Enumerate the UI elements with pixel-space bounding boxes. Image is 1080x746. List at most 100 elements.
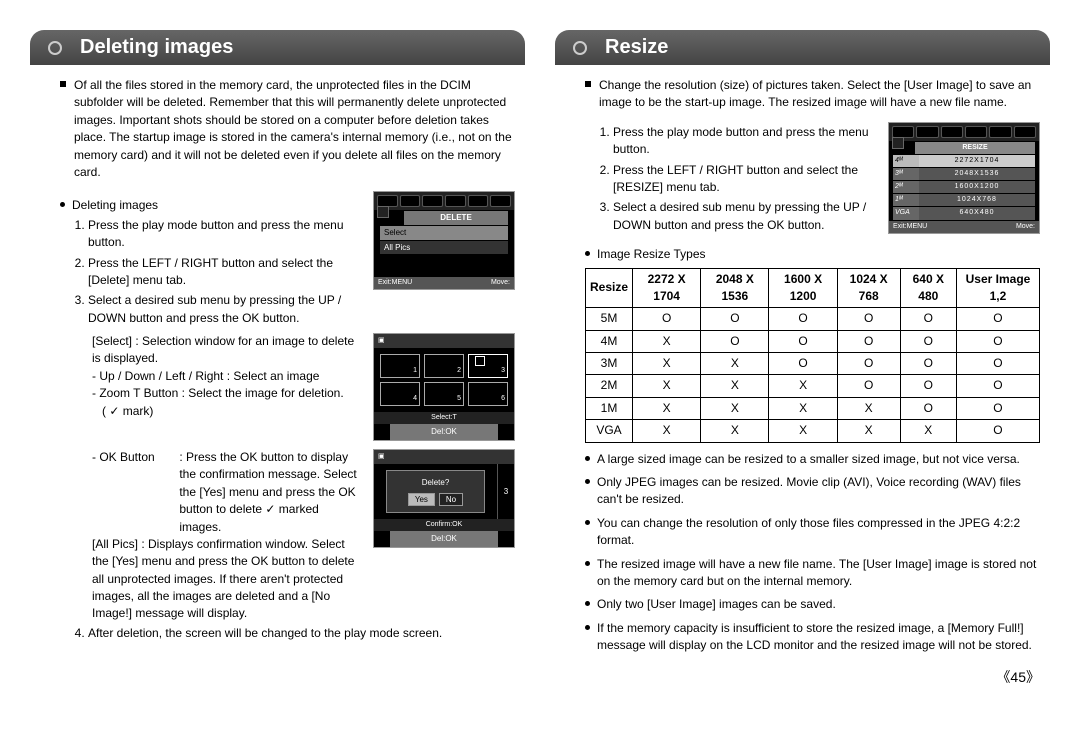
left-column: Deleting images Of all the files stored … — [30, 30, 525, 657]
table-cell: X — [701, 375, 769, 397]
left-intro: Of all the files stored in the memory ca… — [60, 77, 515, 181]
table-cell: O — [956, 375, 1039, 397]
table-cell: O — [900, 308, 956, 330]
table-cell: X — [633, 353, 701, 375]
table-cell: O — [900, 330, 956, 352]
step-3: Select a desired sub menu by pressing th… — [88, 292, 363, 327]
table-cell: O — [633, 308, 701, 330]
table-cell: O — [900, 397, 956, 419]
nav-line: - Up / Down / Left / Right : Select an i… — [92, 368, 363, 385]
lcd2-select: Select:T — [374, 412, 514, 424]
lcd1-allpics: All Pics — [380, 241, 508, 255]
lcd3-confirm: Confirm:OK — [374, 519, 514, 531]
table-cell: O — [837, 330, 900, 352]
table-row: 4MXOOOOO — [586, 330, 1040, 352]
th-2: 2048 X 1536 — [701, 268, 769, 308]
table-cell: O — [900, 353, 956, 375]
table-cell: O — [701, 308, 769, 330]
note-item: A large sized image can be resized to a … — [585, 451, 1040, 468]
table-cell: O — [769, 353, 837, 375]
table-cell: O — [956, 308, 1039, 330]
table-cell: X — [701, 420, 769, 442]
th-0: Resize — [586, 268, 633, 308]
lcd2-del: Del:OK — [390, 424, 498, 440]
confirm-q: Delete? — [393, 477, 478, 489]
side-3: 3 — [497, 464, 514, 519]
table-cell: O — [956, 420, 1039, 442]
table-cell: O — [956, 353, 1039, 375]
table-row: 1MXXXXOO — [586, 397, 1040, 419]
res-val-0: 2272X1704 — [919, 155, 1035, 167]
res-val-4: 640X480 — [919, 207, 1035, 219]
table-cell: X — [900, 420, 956, 442]
right-column: Resize Change the resolution (size) of p… — [555, 30, 1050, 657]
table-row: VGAXXXXXO — [586, 420, 1040, 442]
note-item: Only JPEG images can be resized. Movie c… — [585, 474, 1040, 509]
res-lbl-4: VGA — [893, 207, 919, 219]
lcd-confirm: ▣ Delete? Yes No 3 — [373, 449, 515, 548]
r-step-2: Press the LEFT / RIGHT button and select… — [613, 162, 878, 197]
table-cell: O — [837, 353, 900, 375]
lcd1-title: DELETE — [404, 211, 508, 225]
lcd1-select: Select — [380, 226, 508, 240]
page-number: 45 — [0, 667, 1080, 697]
left-heading: Deleting images — [30, 30, 525, 65]
right-intro: Change the resolution (size) of pictures… — [585, 77, 1040, 112]
table-cell: O — [837, 375, 900, 397]
table-cell: X — [633, 375, 701, 397]
delete-step4-list: After deletion, the screen will be chang… — [72, 625, 515, 642]
table-row: 2MXXXOOO — [586, 375, 1040, 397]
thumb-1: 1 — [413, 366, 417, 376]
table-cell: O — [769, 308, 837, 330]
manual-page: Deleting images Of all the files stored … — [0, 0, 1080, 667]
deleting-subhead: Deleting images — [60, 197, 363, 214]
r-step-1: Press the play mode button and press the… — [613, 124, 878, 159]
zoom-line: - Zoom T Button : Select the image for d… — [92, 385, 363, 402]
table-cell: O — [956, 330, 1039, 352]
ok-button-row: - OK Button : Press the OK button to dis… — [92, 449, 363, 536]
res-lbl-0: 4ᴹ — [893, 155, 919, 167]
right-heading: Resize — [555, 30, 1050, 65]
table-cell: X — [837, 397, 900, 419]
thumb-3: 3 — [501, 366, 505, 376]
res-val-3: 1024X768 — [919, 194, 1035, 206]
resize-types-title: Image Resize Types — [585, 246, 1040, 263]
step-4: After deletion, the screen will be chang… — [88, 625, 515, 642]
lcd3-del: Del:OK — [390, 531, 498, 547]
note-item: If the memory capacity is insufficient t… — [585, 620, 1040, 655]
th-5: 640 X 480 — [900, 268, 956, 308]
res-val-2: 1600X1200 — [919, 181, 1035, 193]
check-icon — [475, 356, 485, 366]
lcd1-foot-right: Move: — [491, 278, 510, 288]
table-row: 3MXXOOOO — [586, 353, 1040, 375]
table-cell: O — [701, 330, 769, 352]
table-cell: X — [633, 330, 701, 352]
note-item: The resized image will have a new file n… — [585, 556, 1040, 591]
thumb-2: 2 — [457, 366, 461, 376]
table-cell: X — [769, 420, 837, 442]
table-cell: X — [701, 397, 769, 419]
lcd-delete-menu: DELETE Select All Pics Exit:MENU Move: — [373, 191, 515, 290]
th-4: 1024 X 768 — [837, 268, 900, 308]
ok-label: - OK Button — [92, 449, 176, 466]
table-cell: X — [837, 420, 900, 442]
lcd-thumb-grid: ▣ 1 2 3 4 5 6 Select:T Del:OK — [373, 333, 515, 441]
resize-steps: Press the play mode button and press the… — [597, 124, 878, 234]
res-lbl-1: 3ᴹ — [893, 168, 919, 180]
resize-foot-r: Move: — [1016, 222, 1035, 232]
table-cell: X — [633, 420, 701, 442]
table-cell: O — [837, 308, 900, 330]
thumb-5: 5 — [457, 394, 461, 404]
table-cell: 2M — [586, 375, 633, 397]
delete-steps: Press the play mode button and press the… — [72, 217, 363, 327]
table-cell: X — [633, 397, 701, 419]
thumb-4: 4 — [413, 394, 417, 404]
note-item: You can change the resolution of only th… — [585, 515, 1040, 550]
lcd1-foot-left: Exit:MENU — [378, 278, 412, 288]
resize-table: Resize 2272 X 1704 2048 X 1536 1600 X 12… — [585, 268, 1040, 443]
lcd-resize-menu: RESIZE 4ᴹ2272X1704 3ᴹ2048X1536 2ᴹ1600X12… — [888, 122, 1040, 234]
resize-lcd-title: RESIZE — [915, 142, 1035, 154]
resize-foot-l: Exit:MENU — [893, 222, 927, 232]
table-cell: O — [900, 375, 956, 397]
table-cell: O — [956, 397, 1039, 419]
